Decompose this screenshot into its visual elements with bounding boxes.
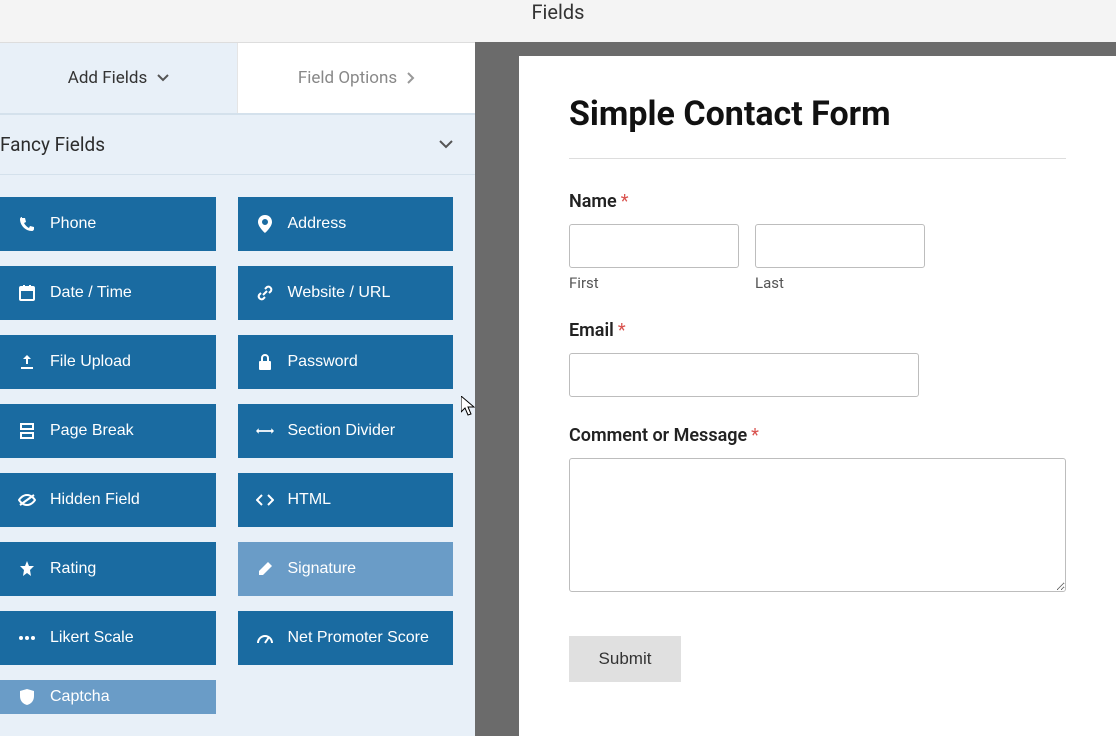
form-title: Simple Contact Form bbox=[569, 94, 1066, 159]
calendar-icon bbox=[18, 285, 36, 301]
shield-icon bbox=[18, 689, 36, 705]
lock-icon bbox=[256, 354, 274, 370]
message-textarea[interactable] bbox=[569, 458, 1066, 592]
field-grid: Phone Address Date / Time Website / URL … bbox=[0, 175, 475, 736]
field-date-time[interactable]: Date / Time bbox=[0, 266, 216, 320]
form-paper: Simple Contact Form Name* First Last bbox=[519, 56, 1116, 736]
chevron-down-icon bbox=[439, 140, 453, 149]
hidden-icon bbox=[18, 493, 36, 507]
field-page-break[interactable]: Page Break bbox=[0, 404, 216, 458]
email-input[interactable] bbox=[569, 353, 919, 397]
required-marker: * bbox=[751, 425, 759, 446]
field-address[interactable]: Address bbox=[238, 197, 454, 251]
dots-icon bbox=[18, 635, 36, 641]
first-sublabel: First bbox=[569, 274, 739, 292]
window-title: Fields bbox=[0, 0, 1116, 42]
divider-icon bbox=[256, 427, 274, 435]
tab-field-options-label: Field Options bbox=[298, 68, 397, 88]
star-icon bbox=[18, 561, 36, 577]
fields-panel: Add Fields Field Options Fancy Fields bbox=[0, 42, 475, 736]
chevron-right-icon bbox=[407, 72, 415, 84]
page-break-icon bbox=[18, 423, 36, 439]
field-message[interactable]: Comment or Message* bbox=[569, 425, 1066, 596]
field-net-promoter-score[interactable]: Net Promoter Score bbox=[238, 611, 454, 665]
name-label: Name* bbox=[569, 191, 1066, 212]
last-name-input[interactable] bbox=[755, 224, 925, 268]
pin-icon bbox=[256, 215, 274, 233]
code-icon bbox=[256, 494, 274, 506]
phone-icon bbox=[18, 216, 36, 232]
last-sublabel: Last bbox=[755, 274, 925, 292]
tab-field-options[interactable]: Field Options bbox=[237, 43, 475, 113]
field-phone[interactable]: Phone bbox=[0, 197, 216, 251]
field-hidden-field[interactable]: Hidden Field bbox=[0, 473, 216, 527]
pencil-icon bbox=[256, 561, 274, 577]
gauge-icon bbox=[256, 632, 274, 644]
tab-add-fields-label: Add Fields bbox=[68, 68, 148, 88]
field-password[interactable]: Password bbox=[238, 335, 454, 389]
required-marker: * bbox=[618, 320, 626, 341]
field-signature[interactable]: Signature bbox=[238, 542, 454, 596]
field-email[interactable]: Email* bbox=[569, 320, 1066, 397]
field-website-url[interactable]: Website / URL bbox=[238, 266, 454, 320]
section-title: Fancy Fields bbox=[0, 133, 105, 156]
form-preview-area: Simple Contact Form Name* First Last bbox=[475, 42, 1116, 736]
tab-add-fields[interactable]: Add Fields bbox=[0, 43, 237, 113]
fields-scroll[interactable]: Fancy Fields Phone Address Date / Time bbox=[0, 113, 475, 736]
email-label: Email* bbox=[569, 320, 1066, 341]
field-html[interactable]: HTML bbox=[238, 473, 454, 527]
field-name[interactable]: Name* First Last bbox=[569, 191, 1066, 292]
upload-icon bbox=[18, 354, 36, 370]
field-likert-scale[interactable]: Likert Scale bbox=[0, 611, 216, 665]
chevron-down-icon bbox=[157, 74, 169, 82]
first-name-input[interactable] bbox=[569, 224, 739, 268]
section-fancy-fields[interactable]: Fancy Fields bbox=[0, 115, 475, 175]
field-rating[interactable]: Rating bbox=[0, 542, 216, 596]
link-icon bbox=[256, 284, 274, 302]
message-label: Comment or Message* bbox=[569, 425, 1066, 446]
field-file-upload[interactable]: File Upload bbox=[0, 335, 216, 389]
field-section-divider[interactable]: Section Divider bbox=[238, 404, 454, 458]
required-marker: * bbox=[621, 191, 629, 212]
field-captcha[interactable]: Captcha bbox=[0, 680, 216, 714]
submit-button[interactable]: Submit bbox=[569, 636, 681, 682]
